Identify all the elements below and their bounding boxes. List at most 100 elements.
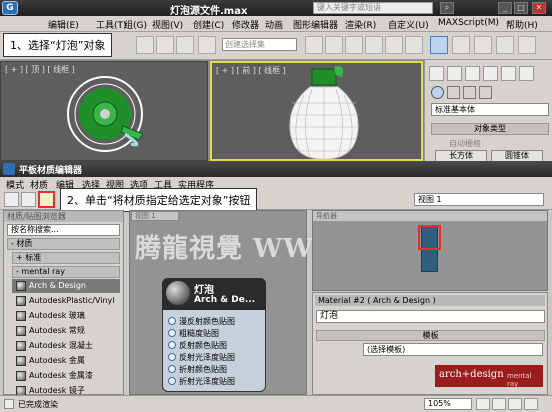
maximize-button[interactable]: □ [514,2,528,14]
slot-socket-icon [168,341,176,349]
material-editor-icon[interactable] [430,36,448,54]
mirror-icon[interactable] [305,36,323,54]
slot-socket-icon [168,317,176,325]
close-button[interactable]: ✕ [532,2,546,14]
autogrid-checkbox[interactable]: 自动栅格 [449,138,481,149]
slate-app-icon [3,163,15,175]
zoom-region-icon[interactable] [508,398,522,410]
percent-snap-icon[interactable] [136,36,154,54]
menu-tools[interactable]: 工具(T) [96,18,127,31]
list-item[interactable]: AutodeskPlastic/Vinyl [12,294,120,308]
render-setup-icon[interactable] [452,36,470,54]
assign-material-to-selection-icon[interactable] [38,191,55,208]
render-iterative-icon[interactable] [518,36,536,54]
list-item[interactable]: Autodesk 常规 [12,324,120,338]
status-icon [4,399,14,409]
command-panel: 标准基本体 对象类型 自动栅格 长方体 圆锥体 [424,60,552,162]
main-menu-bar: 编辑(E) 工具(T) 组(G) 视图(V) 创建(C) 修改器 动画 图形编辑… [0,16,552,32]
menu-rendering[interactable]: 渲染(R) [345,18,376,31]
primitive-type-dropdown[interactable]: 标准基本体 [431,103,549,116]
list-item[interactable]: Autodesk 混凝土 [12,339,120,353]
geometry-icon[interactable] [431,86,444,99]
view-tab[interactable]: 视图 1 [131,211,179,221]
material-properties-panel: Material #2 ( Arch & Design ) 灯泡 模板 (选择模… [312,292,548,395]
menu-help[interactable]: 帮助(H) [506,18,538,31]
edit-selection-icon[interactable] [198,36,216,54]
modify-tab-icon[interactable] [447,66,462,81]
command-panel-tabs [429,66,549,84]
menu-animation[interactable]: 动画 [265,18,283,31]
templates-rollout[interactable]: 模板 [316,330,545,341]
cameras-icon[interactable] [479,86,492,99]
node-slot[interactable]: 漫反射颜色贴图 [166,315,264,327]
viewport-top[interactable]: [ + ] [ 顶 ] [ 线框 ] [0,61,208,161]
app-logo-icon[interactable]: G [2,1,18,15]
material-swatch-icon [16,371,26,381]
navigator-viewport-box[interactable] [418,225,441,250]
material-name-field[interactable]: 灯泡 [316,310,545,323]
curve-editor-icon[interactable] [385,36,403,54]
viewport-front[interactable]: [ + ] [ 前 ] [ 线框 ] [210,61,423,161]
slate-title: 平板材质编辑器 [19,166,83,176]
menu-customize[interactable]: 自定义(U) [388,18,429,31]
window-title: 灯泡源文件.max [170,6,248,17]
node-type: Arch & De... [194,295,256,305]
menu-views[interactable]: 视图(V) [152,18,183,31]
node-slot[interactable]: 反射光泽度贴图 [166,351,264,363]
display-tab-icon[interactable] [501,66,516,81]
zoom-icon[interactable] [492,398,506,410]
list-item[interactable]: Autodesk 玻璃 [12,309,120,323]
menu-create[interactable]: 创建(C) [193,18,224,31]
rendered-frame-icon[interactable] [474,36,492,54]
spinner-snap-icon[interactable] [156,36,174,54]
pan-icon[interactable] [476,398,490,410]
node-slot[interactable]: 折射光泽度贴图 [166,375,264,387]
hierarchy-tab-icon[interactable] [465,66,480,81]
search-input[interactable]: 键入关键字或短语 [313,2,433,14]
material-header: Material #2 ( Arch & Design ) [315,295,545,306]
selection-set-dropdown[interactable]: 创建选择集 [222,38,297,51]
layer-icon[interactable] [345,36,363,54]
node-slot[interactable]: 反射颜色贴图 [166,339,264,351]
browser-search-input[interactable]: 按名称搜索... [7,224,120,236]
material-preview-sphere [166,281,190,305]
menu-modifiers[interactable]: 修改器 [232,18,259,31]
select-tool-icon[interactable] [4,192,19,207]
menu-maxscript[interactable]: MAXScript(M) [438,18,499,28]
node-slot[interactable]: 粗糙度贴图 [166,327,264,339]
align-icon[interactable] [325,36,343,54]
node-slot[interactable]: 折射颜色贴图 [166,363,264,375]
group-mental-ray[interactable]: - mental ray [12,266,120,278]
node-header[interactable]: 灯泡 Arch & De... [162,278,266,310]
zoom-dropdown[interactable]: 105% [424,398,472,410]
object-type-rollout[interactable]: 对象类型 [431,123,549,135]
zoom-extents-icon[interactable] [524,398,538,410]
list-item-arch-design[interactable]: Arch & Design [12,279,120,293]
lights-icon[interactable] [463,86,476,99]
schematic-icon[interactable] [405,36,423,54]
motion-tab-icon[interactable] [483,66,498,81]
search-icon[interactable]: ⌕ [440,2,454,14]
menu-edit[interactable]: 编辑(E) [48,18,79,31]
template-select-dropdown[interactable]: (选择模板) [363,343,543,356]
viewport-front-label: [ + ] [ 前 ] [ 线框 ] [216,66,286,75]
minimize-button[interactable]: _ [498,2,512,14]
pick-material-icon[interactable] [21,192,36,207]
create-tab-icon[interactable] [429,66,444,81]
view-select-dropdown[interactable]: 视图 1 [414,193,544,206]
slot-socket-icon [168,365,176,373]
arch-design-brand: arch+design mental ray [435,365,543,388]
named-selection-icon[interactable] [176,36,194,54]
menu-group[interactable]: 组(G) [124,18,147,31]
graphite-icon[interactable] [365,36,383,54]
render-production-icon[interactable] [496,36,514,54]
list-item[interactable]: Autodesk 金属漆 [12,369,120,383]
utilities-tab-icon[interactable] [519,66,534,81]
group-materials[interactable]: - 材质 [7,238,120,250]
material-swatch-icon [16,281,26,291]
menu-graph-editors[interactable]: 图形编辑器 [293,18,338,31]
bulb-top-view [67,76,144,152]
shapes-icon[interactable] [447,86,460,99]
group-standard[interactable]: + 标准 [12,252,120,264]
list-item[interactable]: Autodesk 金属 [12,354,120,368]
